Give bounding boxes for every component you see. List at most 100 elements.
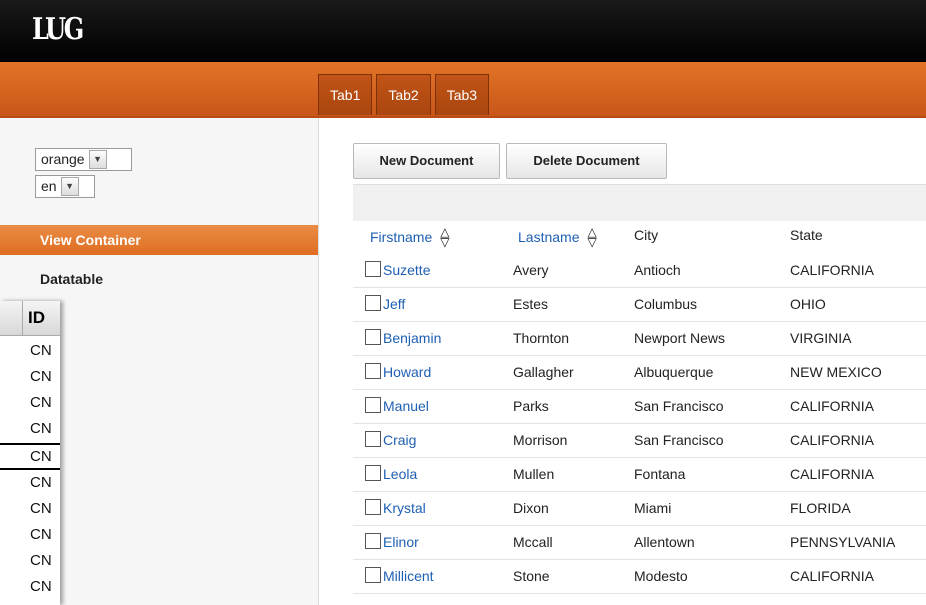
state-cell: PENNSYLVANIA [790,534,896,550]
row-selection-line [0,443,60,445]
city-cell: Antioch [634,262,681,278]
column-header-city: City [634,227,658,243]
toolbar-strip [353,184,926,221]
lastname-cell: Avery [513,262,549,278]
row-checkbox[interactable] [365,431,381,447]
table-row[interactable]: Suzette Avery Antioch CALIFORNIA [353,253,926,288]
firstname-cell[interactable]: Suzette [383,262,430,278]
id-cell: CN [30,368,52,385]
theme-select-value: orange [41,151,85,167]
table-row[interactable]: Krystal Dixon Miami FLORIDA [353,491,926,526]
column-divider [22,301,23,335]
city-cell: San Francisco [634,432,724,448]
column-header-lastname[interactable]: Lastname △ ▽ [518,226,597,248]
firstname-cell[interactable]: Benjamin [383,330,441,346]
sort-icon[interactable]: △ ▽ [587,226,596,248]
city-cell: Miami [634,500,672,516]
state-cell: CALIFORNIA [790,466,875,482]
row-checkbox[interactable] [365,329,381,345]
id-column-header[interactable]: ID [0,301,60,336]
row-selection-line [0,468,60,470]
id-cell: CN [30,474,52,491]
tab-2[interactable]: Tab2 [376,74,431,115]
table-row[interactable]: Manuel Parks San Francisco CALIFORNIA [353,389,926,424]
id-column-popup: ID CN CN CN CN CN CN CN CN CN CN [0,301,60,605]
tab-bar: Tab1 Tab2 Tab3 [0,62,926,118]
row-checkbox[interactable] [365,295,381,311]
sort-icon[interactable]: △ ▽ [440,226,449,248]
row-checkbox[interactable] [365,397,381,413]
sidebar-item-datatable[interactable]: Datatable [40,271,103,287]
id-cell: CN [30,448,52,465]
table-row[interactable]: Jeff Estes Columbus OHIO [353,287,926,322]
state-cell: CALIFORNIA [790,398,875,414]
state-cell: OHIO [790,296,826,312]
table-row[interactable]: Millicent Stone Modesto CALIFORNIA [353,559,926,594]
column-header-state: State [790,227,823,243]
language-select[interactable]: en ▼ [35,175,95,198]
row-checkbox[interactable] [365,567,381,583]
tab-1[interactable]: Tab1 [318,74,373,115]
lastname-cell: Dixon [513,500,549,516]
id-cell: CN [30,526,52,543]
app-logo: LUG [32,12,84,47]
state-cell: CALIFORNIA [790,432,875,448]
row-checkbox[interactable] [365,533,381,549]
id-cell: CN [30,578,52,595]
lastname-cell: Stone [513,568,550,584]
lastname-cell: Estes [513,296,549,312]
row-checkbox[interactable] [365,465,381,481]
firstname-cell[interactable]: Krystal [383,500,426,516]
id-cell: CN [30,394,52,411]
table-row[interactable]: Craig Morrison San Francisco CALIFORNIA [353,423,926,458]
city-cell: San Francisco [634,398,724,414]
firstname-cell[interactable]: Millicent [383,568,434,584]
column-header-label: Firstname [370,229,433,245]
language-select-value: en [41,178,57,194]
view-container-header[interactable]: View Container [0,225,318,255]
state-cell: CALIFORNIA [790,262,875,278]
row-checkbox[interactable] [365,499,381,515]
firstname-cell[interactable]: Leola [383,466,417,482]
new-document-button[interactable]: New Document [353,143,500,179]
firstname-cell[interactable]: Howard [383,364,431,380]
row-checkbox[interactable] [365,261,381,277]
id-cell: CN [30,500,52,517]
state-cell: CALIFORNIA [790,568,875,584]
city-cell: Columbus [634,296,698,312]
firstname-cell[interactable]: Jeff [383,296,405,312]
lastname-cell: Thornton [513,330,570,346]
city-cell: Modesto [634,568,688,584]
column-header-label: Lastname [518,229,580,245]
column-header-firstname[interactable]: Firstname △ ▽ [370,226,449,248]
row-checkbox[interactable] [365,363,381,379]
column-header-label: City [634,227,659,243]
table-row[interactable]: Leola Mullen Fontana CALIFORNIA [353,457,926,492]
chevron-down-icon: ▼ [88,150,107,169]
tab-3[interactable]: Tab3 [434,74,490,115]
lastname-cell: Parks [513,398,549,414]
city-cell: Allentown [634,534,695,550]
lastname-cell: Mullen [513,466,555,482]
id-cell: CN [30,552,52,569]
table-row[interactable]: Benjamin Thornton Newport News VIRGINIA [353,321,926,356]
column-header-label: State [790,227,823,243]
theme-select[interactable]: orange ▼ [35,148,132,171]
chevron-down-icon: ▼ [60,177,79,196]
city-cell: Fontana [634,466,686,482]
id-cell: CN [30,342,52,359]
state-cell: NEW MEXICO [790,364,882,380]
city-cell: Newport News [634,330,726,346]
firstname-cell[interactable]: Craig [383,432,416,448]
state-cell: VIRGINIA [790,330,852,346]
table-row[interactable]: Howard Gallagher Albuquerque NEW MEXICO [353,355,926,390]
state-cell: FLORIDA [790,500,851,516]
firstname-cell[interactable]: Manuel [383,398,429,414]
app-header: LUG [0,0,926,62]
id-cell: CN [30,420,52,437]
lastname-cell: Gallagher [513,364,574,380]
firstname-cell[interactable]: Elinor [383,534,419,550]
lastname-cell: Mccall [513,534,553,550]
table-row[interactable]: Elinor Mccall Allentown PENNSYLVANIA [353,525,926,560]
delete-document-button[interactable]: Delete Document [506,143,667,179]
